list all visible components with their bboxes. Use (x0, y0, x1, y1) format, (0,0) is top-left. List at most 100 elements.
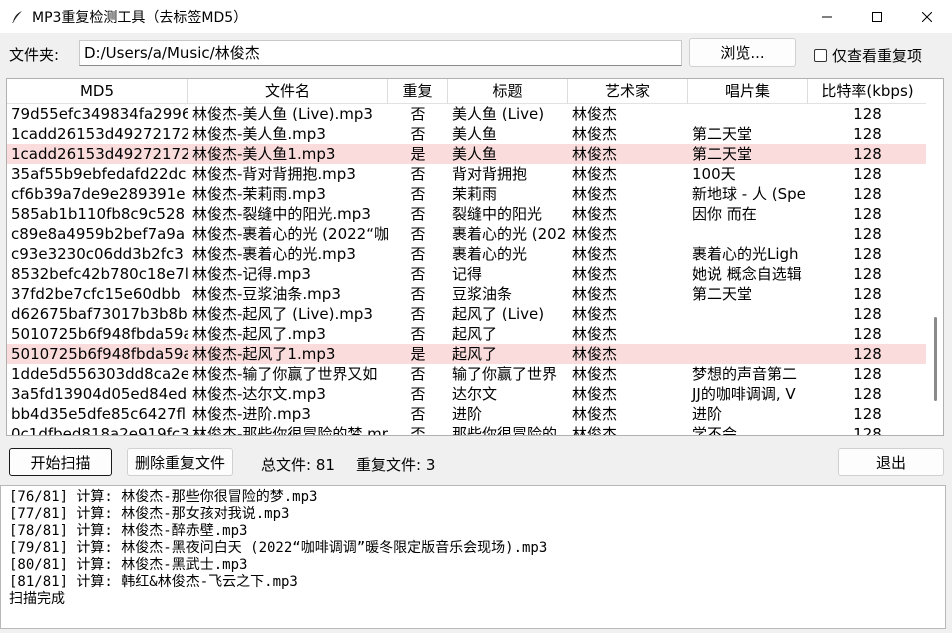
cell-bitrate: 128 (853, 245, 882, 263)
cell-dup: 否 (410, 405, 426, 423)
cell-bitrate: 128 (853, 165, 882, 183)
cell-bitrate: 128 (853, 285, 882, 303)
table-row[interactable]: 37fd2be7cfc15e60dbb 林俊杰-豆浆油条.mp3 否 豆浆油条 林俊杰 第… (7, 284, 927, 304)
cell-title: 茉莉雨 (452, 185, 498, 203)
table-row[interactable]: 1cadd26153d49272172 林俊杰-美人鱼.mp3 否 美人鱼 林俊杰 第二天… (7, 124, 927, 144)
column-header-album[interactable]: 唱片集 (688, 79, 808, 104)
cell-artist: 林俊杰 (572, 145, 618, 163)
close-button[interactable] (902, 0, 952, 33)
cell-bitrate: 128 (853, 225, 882, 243)
column-header-duplicate[interactable]: 重复 (388, 79, 448, 104)
cell-dup: 是 (410, 345, 426, 363)
cell-md5: 37fd2be7cfc15e60dbb (11, 285, 181, 303)
cell-title: 达尔文 (452, 385, 498, 403)
cell-artist: 林俊杰 (572, 265, 618, 283)
folder-label: 文件夹: (9, 46, 60, 64)
log-output[interactable]: [76/81] 计算: 林俊杰-那些你很冒险的梦.mp3 [77/81] 计算: … (0, 485, 946, 629)
cell-title: 输了你赢了世界 (452, 365, 558, 383)
cell-title: 美人鱼 (452, 145, 498, 163)
cell-album: 第二天堂 (692, 125, 753, 143)
cell-md5: d62675baf73017b3b8b (11, 305, 188, 323)
cell-dup: 否 (410, 105, 426, 123)
cell-album: 裹着心的光Ligh (692, 245, 799, 263)
table-row[interactable]: 585ab1b110fb8c9c528 林俊杰-裂缝中的阳光.mp3 否 裂缝中的阳光… (7, 204, 927, 224)
checkbox-box[interactable] (814, 49, 827, 62)
cell-title: 那些你很冒险的 (452, 425, 558, 436)
cell-dup: 否 (410, 125, 426, 143)
cell-album: 100天 (692, 165, 736, 183)
duplicate-files-count: 重复文件: 3 (356, 456, 436, 474)
cell-title: 美人鱼 (452, 125, 498, 143)
maximize-button[interactable] (852, 0, 902, 33)
table-row[interactable]: 3a5fd13904d05ed84ed 林俊杰-达尔文.mp3 否 达尔文 林俊杰 JJ的… (7, 384, 927, 404)
cell-file: 林俊杰-起风了 (Live).mp3 (192, 305, 373, 323)
cell-file: 林俊杰-豆浆油条.mp3 (192, 285, 341, 303)
scrollbar-thumb[interactable] (934, 317, 937, 401)
exit-button[interactable]: 退出 (838, 448, 944, 476)
cell-md5: 35af55b9ebfedafd22dc (11, 165, 187, 183)
cell-file: 林俊杰-裹着心的光 (2022“咖 (192, 225, 388, 243)
column-header-md5[interactable]: MD5 (7, 79, 188, 104)
table-row[interactable]: bb4d35e5dfe85c6427fl 林俊杰-进阶.mp3 否 进阶 林俊杰 进阶 12… (7, 404, 927, 424)
cell-album: 学不会 (692, 425, 738, 436)
table-row[interactable]: 1dde5d556303dd8ca2e 林俊杰-输了你赢了世界又如 否 输了你赢了世界… (7, 364, 927, 384)
cell-artist: 林俊杰 (572, 205, 618, 223)
cell-artist: 林俊杰 (572, 245, 618, 263)
cell-album (688, 344, 808, 364)
table-row[interactable]: c89e8a4959b2bef7a9a 林俊杰-裹着心的光 (2022“咖 否 裹着心… (7, 224, 927, 244)
cell-md5: 79d55efc349834fa2996 (11, 105, 188, 123)
delete-duplicates-button[interactable]: 删除重复文件 (127, 448, 233, 476)
cell-bitrate: 128 (853, 345, 882, 363)
cell-file: 林俊杰-进阶.mp3 (192, 405, 311, 423)
cell-artist: 林俊杰 (572, 165, 618, 183)
table-row[interactable]: 5010725b6f948fbda59a 林俊杰-起风了1.mp3 是 起风了 林俊杰 1… (7, 344, 927, 364)
cell-md5: 1cadd26153d49272172 (11, 145, 188, 163)
cell-file: 林俊杰-起风了1.mp3 (192, 345, 336, 363)
table-row[interactable]: 35af55b9ebfedafd22dc 林俊杰-背对背拥抱.mp3 否 背对背拥抱 林… (7, 164, 927, 184)
folder-path-input[interactable]: D:/Users/a/Music/林俊杰 (79, 40, 682, 66)
cell-dup: 否 (410, 225, 426, 243)
cell-dup: 否 (410, 245, 426, 263)
dup-only-checkbox[interactable]: 仅查看重复项 (814, 45, 922, 66)
cell-artist: 林俊杰 (572, 325, 618, 343)
log-line: 扫描完成 (9, 591, 65, 607)
table-row[interactable]: 79d55efc349834fa2996 林俊杰-美人鱼 (Live).mp3 否 美… (7, 104, 927, 124)
cell-dup: 否 (410, 325, 426, 343)
table-row[interactable]: cf6b39a7de9e289391e 林俊杰-茉莉雨.mp3 否 茉莉雨 林俊杰 新地球… (7, 184, 927, 204)
start-scan-button[interactable]: 开始扫描 (9, 448, 112, 476)
cell-album: 梦想的声音第二 (692, 365, 798, 383)
cell-dup: 否 (410, 285, 426, 303)
cell-file: 林俊杰-美人鱼.mp3 (192, 125, 326, 143)
table-row[interactable]: 1cadd26153d49272172 林俊杰-美人鱼1.mp3 是 美人鱼 林俊杰 第二… (7, 144, 927, 164)
browse-button[interactable]: 浏览... (689, 38, 796, 67)
table-row[interactable]: 5010725b6f948fbda59a 林俊杰-起风了.mp3 否 起风了 林俊杰 12… (7, 324, 927, 344)
log-line: [77/81] 计算: 林俊杰-那女孩对我说.mp3 (9, 506, 290, 522)
table-row[interactable]: 0c1dfbed818a2e919fc3 林俊杰-那些你很冒险的梦.mp3 否 那些你… (7, 424, 927, 436)
minimize-button[interactable] (802, 0, 852, 33)
cell-md5: bb4d35e5dfe85c6427fl (11, 405, 186, 423)
cell-file: 林俊杰-达尔文.mp3 (192, 385, 326, 403)
column-header-artist[interactable]: 艺术家 (568, 79, 688, 104)
table-scrollbar[interactable] (926, 79, 943, 435)
cell-artist: 林俊杰 (572, 425, 618, 436)
column-header-filename[interactable]: 文件名 (188, 79, 388, 104)
dup-only-label: 仅查看重复项 (832, 47, 923, 65)
cell-md5: c89e8a4959b2bef7a9a (11, 225, 186, 243)
table-row[interactable]: d62675baf73017b3b8b 林俊杰-起风了 (Live).mp3 否 起风… (7, 304, 927, 324)
cell-bitrate: 128 (853, 125, 882, 143)
cell-md5: cf6b39a7de9e289391e (11, 185, 186, 203)
cell-file: 林俊杰-茉莉雨.mp3 (192, 185, 326, 203)
cell-artist: 林俊杰 (572, 385, 618, 403)
cell-dup: 否 (410, 185, 426, 203)
table-row[interactable]: 8532befc42b780c18e7l 林俊杰-记得.mp3 否 记得 林俊杰 她说 概… (7, 264, 927, 284)
column-header-bitrate[interactable]: 比特率(kbps) (808, 79, 927, 104)
close-icon (922, 11, 932, 22)
cell-artist: 林俊杰 (572, 225, 618, 243)
cell-dup: 是 (410, 145, 426, 163)
cell-dup: 否 (410, 365, 426, 383)
column-header-title[interactable]: 标题 (448, 79, 568, 104)
cell-artist: 林俊杰 (572, 305, 618, 323)
cell-dup: 否 (410, 265, 426, 283)
table-row[interactable]: c93e3230c06dd3b2fc3 林俊杰-裹着心的光.mp3 否 裹着心的光 林俊… (7, 244, 927, 264)
cell-album: 新地球 - 人 (Spe (692, 185, 806, 203)
